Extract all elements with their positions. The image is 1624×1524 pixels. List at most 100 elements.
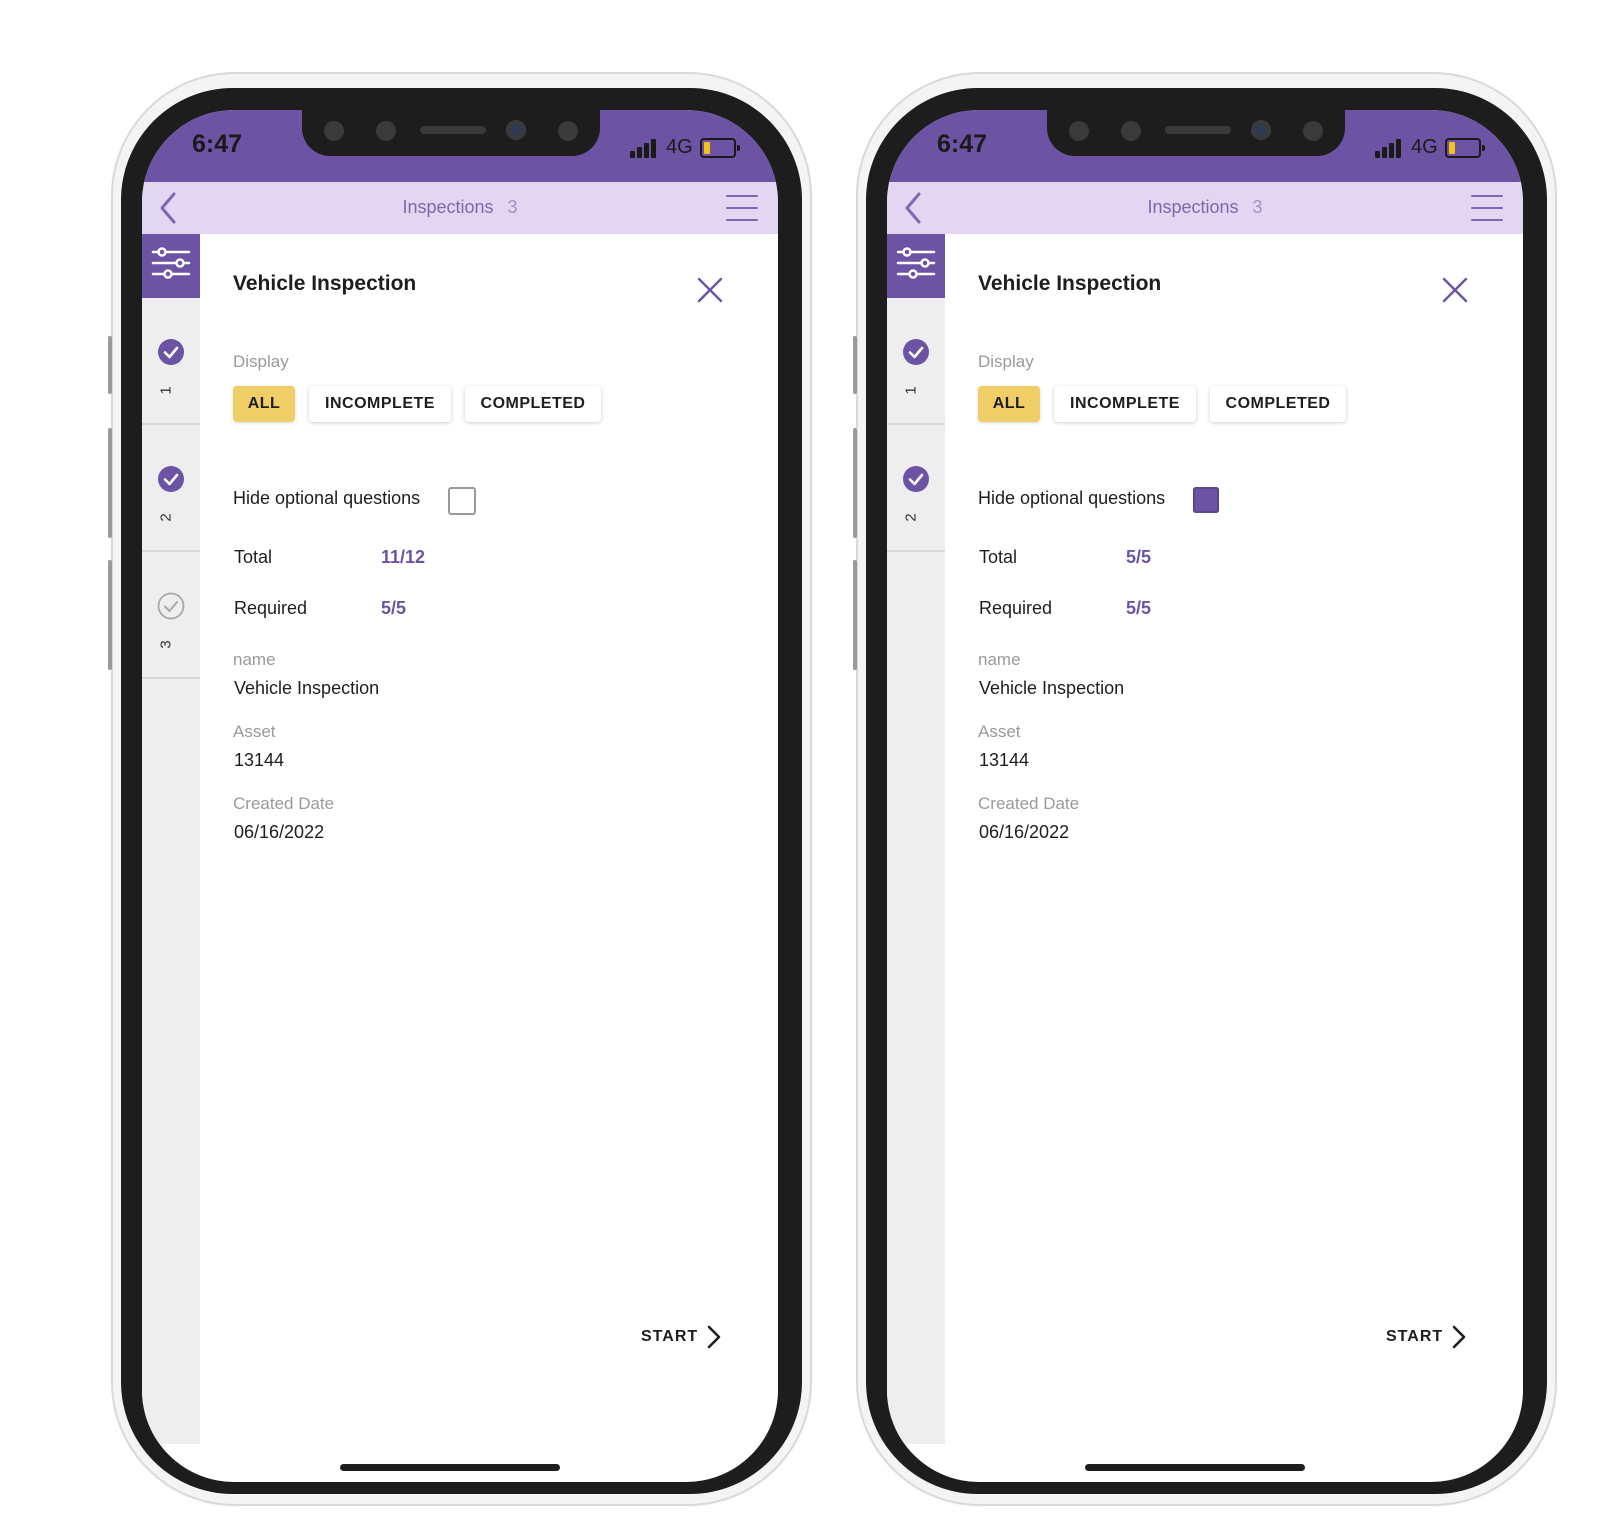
notch: [1047, 110, 1345, 156]
filter-chip-all[interactable]: ALL: [978, 386, 1040, 422]
step-sidebar: 1 2: [887, 234, 945, 1444]
step-2[interactable]: 2: [887, 425, 945, 552]
total-value: 11/12: [381, 547, 426, 567]
check-circle-icon: [158, 339, 184, 365]
filter-button[interactable]: [142, 234, 200, 298]
start-button[interactable]: START: [641, 1322, 722, 1352]
signal-bars-icon: [1375, 138, 1405, 158]
required-value: 5/5: [381, 598, 407, 618]
field-value: 06/16/2022: [979, 822, 1070, 842]
close-button[interactable]: [1442, 277, 1468, 303]
filter-chip-all[interactable]: ALL: [233, 386, 295, 422]
display-label: Display: [233, 352, 289, 371]
network-label: 4G: [1411, 136, 1438, 158]
home-indicator: [1085, 1464, 1305, 1471]
field-label: name: [978, 650, 1021, 669]
filter-chip-completed[interactable]: COMPLETED: [465, 386, 601, 422]
field-value: 13144: [979, 750, 1030, 770]
field-value: Vehicle Inspection: [234, 678, 380, 698]
field-label: name: [233, 650, 276, 669]
notch: [302, 110, 600, 156]
filter-chip-completed[interactable]: COMPLETED: [1210, 386, 1346, 422]
battery-level: [704, 142, 710, 154]
signal-bars-icon: [630, 138, 660, 158]
check-circle-icon: [158, 466, 184, 492]
battery-level: [1449, 142, 1455, 154]
nav-title-text: Inspections: [402, 197, 494, 217]
status-time: 6:47: [937, 130, 988, 158]
nav-bar: Inspections 3: [142, 182, 778, 234]
nav-title: Inspections 3: [887, 197, 1523, 218]
battery-icon: [1445, 138, 1485, 158]
step-sidebar: 1 2 3: [142, 234, 200, 1444]
close-button[interactable]: [697, 277, 723, 303]
field-label: Asset: [978, 722, 1021, 741]
check-circle-icon: [903, 466, 929, 492]
field-label: Created Date: [978, 794, 1080, 813]
mute-switch: [853, 336, 857, 394]
menu-button[interactable]: [726, 194, 758, 222]
hide-optional-label: Hide optional questions: [978, 488, 1166, 508]
mute-switch: [108, 336, 112, 394]
filter-chip-incomplete[interactable]: INCOMPLETE: [1054, 386, 1196, 422]
chevron-right-icon: [707, 1325, 721, 1349]
phone-left: 6:47 4G Inspections 3 1 2 3 Vehicle Insp…: [108, 74, 810, 1504]
step-1[interactable]: 1: [887, 298, 945, 425]
close-icon: [697, 277, 723, 303]
filter-sliders-icon: [151, 247, 191, 279]
screen: 6:47 4G Inspections 3: [887, 110, 1523, 1482]
step-number: 1: [902, 386, 920, 395]
inspection-panel: Vehicle Inspection Display ALL INCOMPLET…: [945, 234, 1523, 1482]
step-1[interactable]: 1: [142, 298, 200, 425]
battery-icon: [700, 138, 740, 158]
field-value: 13144: [234, 750, 285, 770]
start-label: START: [1386, 1328, 1444, 1345]
field-value: 06/16/2022: [234, 822, 325, 842]
field-value: Vehicle Inspection: [979, 678, 1125, 698]
field-label: Created Date: [233, 794, 335, 813]
volume-up-button: [853, 428, 857, 538]
phone-right: 6:47 4G Inspections 3 1 2 Vehicle Inspec…: [853, 74, 1555, 1504]
start-button[interactable]: START: [1386, 1322, 1467, 1352]
nav-title-text: Inspections: [1147, 197, 1239, 217]
required-value: 5/5: [1126, 598, 1152, 618]
start-label: START: [641, 1328, 699, 1345]
page-title: Vehicle Inspection: [233, 272, 417, 295]
volume-down-button: [108, 560, 112, 670]
volume-down-button: [853, 560, 857, 670]
nav-title: Inspections 3: [142, 197, 778, 218]
nav-bar: Inspections 3: [887, 182, 1523, 234]
filter-chip-incomplete[interactable]: INCOMPLETE: [309, 386, 451, 422]
total-value: 5/5: [1126, 547, 1152, 567]
menu-button[interactable]: [1471, 194, 1503, 222]
step-number: 3: [157, 640, 175, 649]
network-label: 4G: [666, 136, 693, 158]
nav-count: 3: [1252, 197, 1263, 217]
required-label: Required: [979, 598, 1053, 618]
total-label: Total: [979, 547, 1018, 567]
step-3[interactable]: 3: [142, 552, 200, 679]
check-circle-icon: [903, 339, 929, 365]
status-bar: 6:47 4G: [887, 110, 1523, 182]
hide-optional-checkbox[interactable]: [1193, 487, 1219, 513]
step-2[interactable]: 2: [142, 425, 200, 552]
check-circle-outline-icon: [157, 592, 185, 620]
field-label: Asset: [233, 722, 276, 741]
inspection-panel: Vehicle Inspection Display ALL INCOMPLET…: [200, 234, 778, 1482]
chevron-right-icon: [1452, 1325, 1466, 1349]
step-number: 1: [157, 386, 175, 395]
hide-optional-checkbox[interactable]: [448, 487, 476, 515]
home-indicator: [340, 1464, 560, 1471]
hide-optional-label: Hide optional questions: [233, 488, 421, 508]
close-icon: [1442, 277, 1468, 303]
required-label: Required: [234, 598, 308, 618]
status-bar: 6:47 4G: [142, 110, 778, 182]
volume-up-button: [108, 428, 112, 538]
total-label: Total: [234, 547, 273, 567]
step-number: 2: [902, 513, 920, 522]
filter-button[interactable]: [887, 234, 945, 298]
nav-count: 3: [507, 197, 518, 217]
status-time: 6:47: [192, 130, 243, 158]
page-title: Vehicle Inspection: [978, 272, 1162, 295]
screen: 6:47 4G Inspections 3: [142, 110, 778, 1482]
